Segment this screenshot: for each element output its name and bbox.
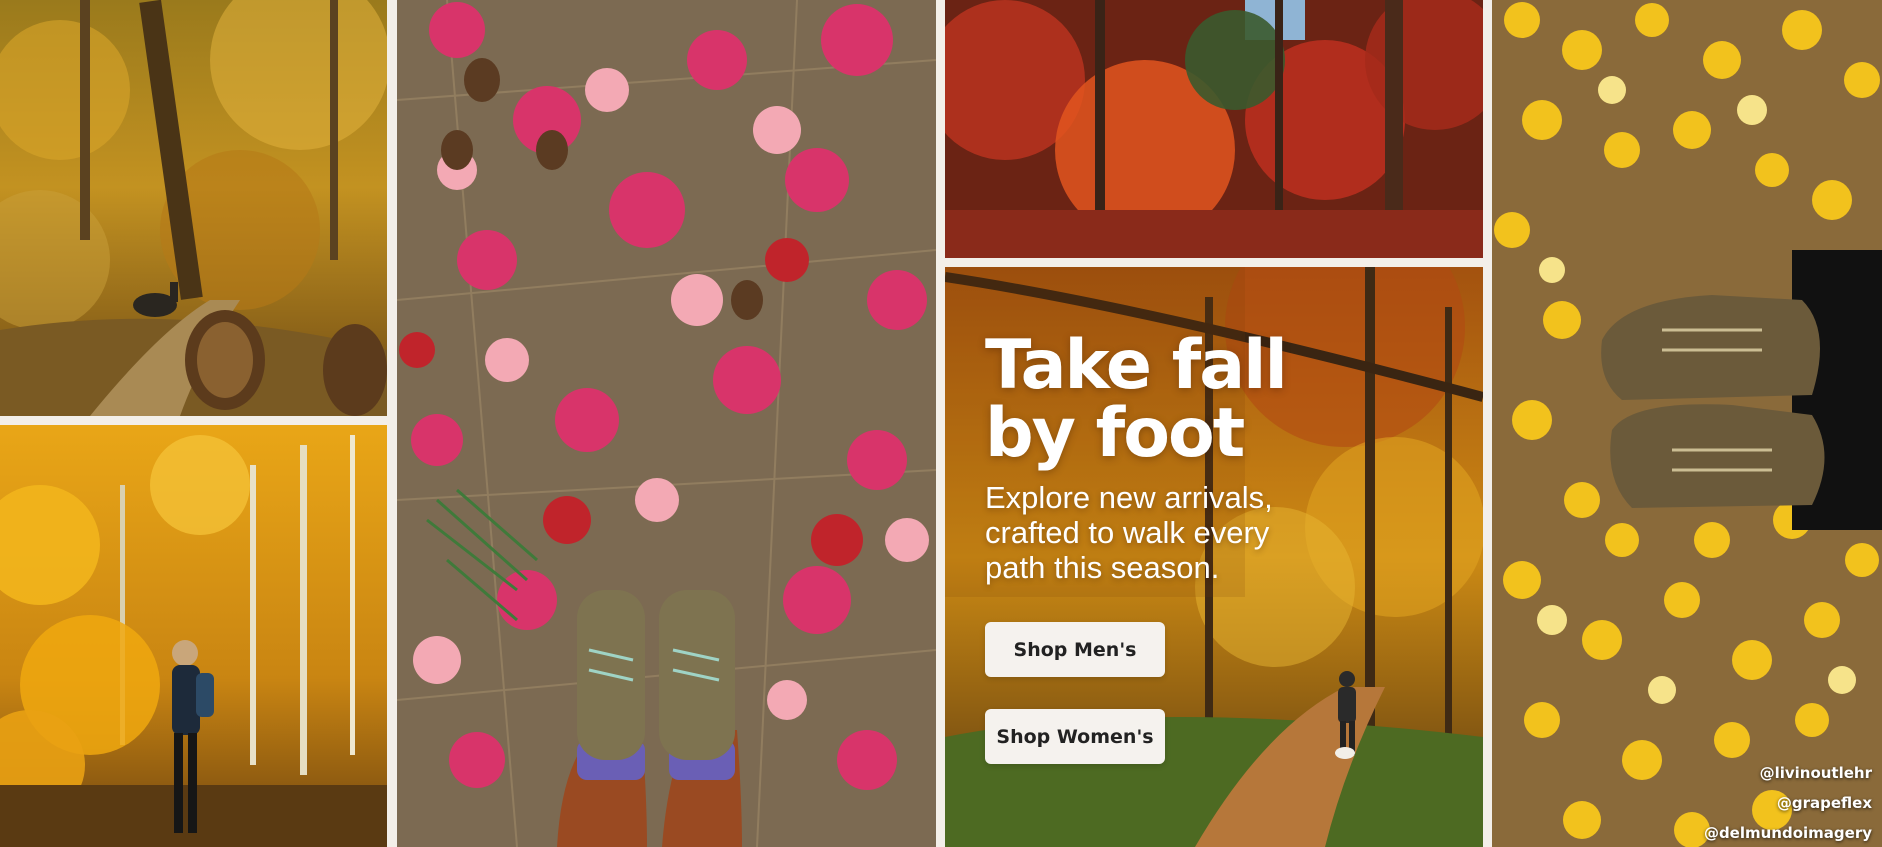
headline-line-2: by foot	[985, 394, 1245, 473]
promo-subhead: Explore new arrivals, crafted to walk ev…	[985, 480, 1273, 585]
forest-trail-dog-photo	[0, 0, 387, 416]
promo-headline: Take fall by foot	[985, 332, 1455, 468]
shop-womens-button[interactable]: Shop Women's	[985, 709, 1165, 764]
shop-mens-button[interactable]: Shop Men's	[985, 622, 1165, 677]
promo-panel: Take fall by foot Explore new arrivals, …	[945, 267, 1483, 847]
promo-content: Take fall by foot Explore new arrivals, …	[985, 332, 1455, 586]
photo-credit: @livinoutlehr	[1759, 764, 1872, 782]
aspen-hiker-photo	[0, 425, 387, 847]
hero-collage: Take fall by foot Explore new arrivals, …	[0, 0, 1882, 847]
maple-leaves-boots-photo	[397, 0, 936, 847]
photo-credit: @delmundoimagery	[1703, 824, 1872, 842]
photo-credits: @livinoutlehr @grapeflex @delmundoimager…	[1704, 758, 1872, 847]
photo-credit: @grapeflex	[1776, 794, 1872, 812]
red-forest-photo	[945, 0, 1483, 258]
aspen-leaves-shoes-photo	[1492, 0, 1882, 847]
